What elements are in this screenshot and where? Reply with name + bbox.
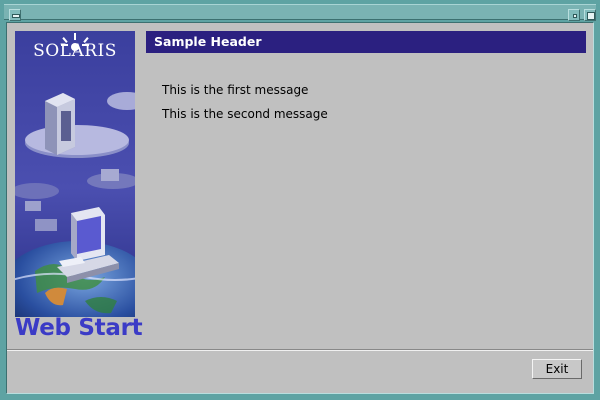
page-title: Sample Header [154,34,262,49]
brand-logo-text: SOLARIS [33,41,117,61]
exit-button[interactable]: Exit [532,359,582,379]
product-name: Web Start [15,315,143,341]
window-menu-icon[interactable] [9,9,21,21]
solaris-banner: SOLARIS [15,31,135,317]
message-1: This is the first message [162,83,309,97]
maximize-icon[interactable] [584,9,596,21]
title-bar[interactable] [4,4,596,21]
dialog-client-area: SOLARIS Web Start Sample Header This is … [6,22,594,394]
server-icon [45,93,75,155]
footer-divider [7,349,593,351]
minimize-icon[interactable] [568,9,580,21]
installer-window: SOLARIS Web Start Sample Header This is … [0,0,600,400]
page-header: Sample Header [146,31,586,53]
message-2: This is the second message [162,107,328,121]
solaris-banner-image [15,31,135,317]
